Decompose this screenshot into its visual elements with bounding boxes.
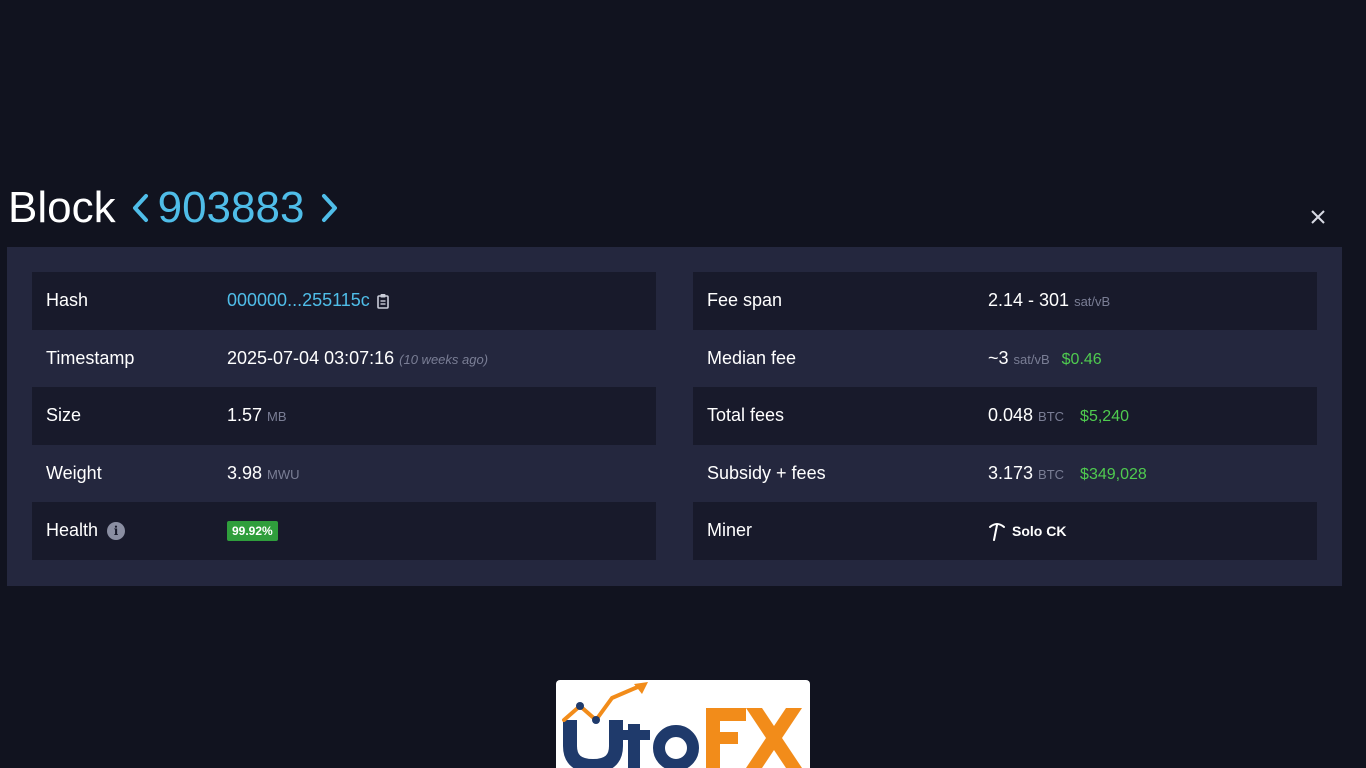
fee-span-row: Fee span 2.14 - 301 sat/vB bbox=[693, 272, 1317, 330]
weight-label: Weight bbox=[46, 462, 102, 483]
median-fee-value: ~3 bbox=[988, 347, 1009, 368]
size-row: Size 1.57 MB bbox=[32, 387, 656, 445]
info-icon[interactable]: i bbox=[107, 521, 126, 540]
health-badge: 99.92% bbox=[227, 520, 278, 541]
weight-value: 3.98 bbox=[227, 462, 263, 483]
previous-block-button[interactable] bbox=[126, 186, 154, 230]
miner-value-group: Solo CK bbox=[988, 521, 1066, 541]
chevron-right-icon bbox=[322, 194, 338, 222]
timestamp-label: Timestamp bbox=[46, 347, 135, 368]
timestamp-value-group: 2025-07-04 03:07:16 (10 weeks ago) bbox=[227, 348, 488, 369]
subsidy-fees-row: Subsidy + fees 3.173 BTC $349,028 bbox=[693, 445, 1317, 503]
weight-unit: MWU bbox=[267, 466, 300, 482]
copy-icon[interactable] bbox=[376, 293, 390, 309]
total-fees-value: 0.048 bbox=[988, 405, 1034, 426]
block-hash-link[interactable]: 000000...255115c bbox=[227, 290, 370, 311]
weight-row: Weight 3.98 MWU bbox=[32, 445, 656, 503]
subsidy-fees-label: Subsidy + fees bbox=[707, 462, 826, 483]
close-button[interactable] bbox=[1304, 203, 1332, 231]
fee-span-label: Fee span bbox=[707, 290, 783, 311]
size-unit: MB bbox=[267, 409, 287, 425]
subsidy-fees-value: 3.173 bbox=[988, 462, 1034, 483]
median-fee-usd: $0.46 bbox=[1061, 350, 1102, 368]
block-details-panel: Hash 000000...255115c Timestamp 2025-07-… bbox=[7, 247, 1342, 586]
total-fees-value-group: 0.048 BTC $5,240 bbox=[988, 405, 1129, 426]
subsidy-fees-usd: $349,028 bbox=[1080, 465, 1147, 483]
hash-value-group: 000000...255115c bbox=[227, 290, 390, 311]
miner-row: Miner Solo CK bbox=[693, 502, 1317, 560]
timestamp-value: 2025-07-04 03:07:16 bbox=[227, 347, 395, 368]
median-fee-value-group: ~3 sat/vB $0.46 bbox=[988, 348, 1102, 369]
total-fees-usd: $5,240 bbox=[1080, 408, 1129, 426]
median-fee-label: Median fee bbox=[707, 347, 797, 368]
weight-value-group: 3.98 MWU bbox=[227, 463, 300, 484]
health-value-group: 99.92% bbox=[227, 520, 278, 541]
block-details-left-column: Hash 000000...255115c Timestamp 2025-07-… bbox=[32, 272, 656, 560]
health-label-group: Health i bbox=[46, 520, 126, 541]
median-fee-row: Median fee ~3 sat/vB $0.46 bbox=[693, 330, 1317, 388]
miner-label: Miner bbox=[707, 520, 753, 541]
block-details-right-column: Fee span 2.14 - 301 sat/vB Median fee ~3… bbox=[693, 272, 1317, 560]
utofx-logo bbox=[556, 680, 810, 768]
chevron-left-icon bbox=[132, 194, 148, 222]
close-icon bbox=[1311, 210, 1325, 224]
size-value-group: 1.57 MB bbox=[227, 405, 287, 426]
total-fees-label: Total fees bbox=[707, 405, 785, 426]
fee-span-value: 2.14 - 301 bbox=[988, 290, 1070, 311]
timestamp-relative: (10 weeks ago) bbox=[399, 351, 489, 367]
block-header: Block 903883 bbox=[8, 178, 344, 238]
total-fees-row: Total fees 0.048 BTC $5,240 bbox=[693, 387, 1317, 445]
page-title: Block bbox=[8, 183, 116, 232]
hash-row: Hash 000000...255115c bbox=[32, 272, 656, 330]
fee-span-value-group: 2.14 - 301 sat/vB bbox=[988, 290, 1110, 311]
miner-name: Solo CK bbox=[1012, 522, 1067, 539]
hash-label: Hash bbox=[46, 290, 89, 311]
next-block-button[interactable] bbox=[316, 186, 344, 230]
health-label: Health bbox=[46, 520, 99, 541]
health-row: Health i 99.92% bbox=[32, 502, 656, 560]
pickaxe-icon bbox=[989, 522, 1005, 541]
timestamp-row: Timestamp 2025-07-04 03:07:16 (10 weeks … bbox=[32, 330, 656, 388]
miner-link[interactable]: Solo CK bbox=[988, 521, 1066, 541]
total-fees-unit: BTC bbox=[1038, 409, 1065, 425]
size-value: 1.57 bbox=[227, 405, 263, 426]
subsidy-fees-unit: BTC bbox=[1038, 466, 1065, 482]
subsidy-fees-value-group: 3.173 BTC $349,028 bbox=[988, 463, 1147, 484]
page: Block 903883 Hash 000000...255115c Times… bbox=[0, 0, 1366, 768]
block-height: 903883 bbox=[157, 183, 305, 232]
median-fee-unit: sat/vB bbox=[1013, 351, 1050, 367]
fee-span-unit: sat/vB bbox=[1074, 294, 1111, 310]
size-label: Size bbox=[46, 405, 82, 426]
